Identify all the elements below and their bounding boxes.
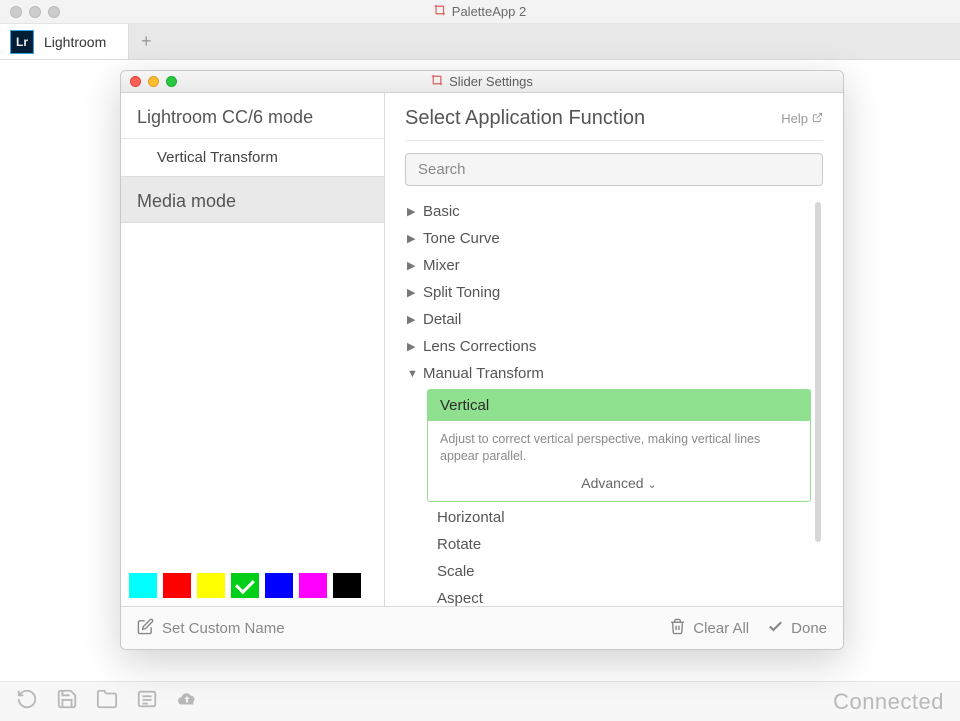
color-swatch[interactable] [163, 573, 191, 598]
zoom-dot-disabled[interactable] [48, 6, 60, 18]
help-label: Help [781, 111, 808, 126]
done-label: Done [791, 620, 827, 637]
tree-item[interactable]: Rotate [405, 531, 811, 558]
caret-right-icon: ▶ [407, 286, 417, 299]
sidebar-mode-media[interactable]: Media mode [121, 176, 384, 223]
main-title: PaletteApp 2 [434, 4, 526, 19]
external-link-icon [812, 111, 823, 126]
minimize-button[interactable] [148, 76, 159, 87]
search-input[interactable] [405, 153, 823, 186]
tree-category-label: Tone Curve [423, 230, 500, 247]
tree-category[interactable]: ▶ Split Toning [405, 279, 811, 306]
bottom-toolbar [16, 688, 198, 715]
color-swatch[interactable] [299, 573, 327, 598]
main-title-text: PaletteApp 2 [452, 4, 526, 19]
sidebar-mode-header: Media mode [121, 177, 384, 222]
main-traffic-lights [10, 6, 60, 18]
main-titlebar: PaletteApp 2 [0, 0, 960, 24]
advanced-label: Advanced [581, 475, 643, 491]
color-swatch[interactable] [129, 573, 157, 598]
color-swatches [121, 565, 384, 606]
tab-bar: Lr Lightroom + [0, 24, 960, 60]
chevron-down-icon: ⌄ [648, 479, 657, 491]
sidebar-mode-lightroom[interactable]: Lightroom CC/6 mode Vertical Transform [121, 93, 384, 176]
bottom-bar: Connected [0, 681, 960, 721]
tree-category[interactable]: ▶ Lens Corrections [405, 333, 811, 360]
modal-footer: Set Custom Name Clear All Done [121, 606, 843, 649]
tree-category-label: Basic [423, 203, 460, 220]
caret-right-icon: ▶ [407, 205, 417, 218]
done-button[interactable]: Done [767, 618, 827, 639]
sidebar-spacer [121, 223, 384, 565]
crop-icon [434, 4, 446, 19]
caret-right-icon: ▶ [407, 232, 417, 245]
color-swatch[interactable] [333, 573, 361, 598]
function-tree[interactable]: ▶ Basic ▶ Tone Curve ▶ Mixer ▶ Split Toning ▶ Det… [405, 198, 823, 606]
trash-icon [669, 618, 686, 639]
tree-item[interactable]: Aspect [405, 585, 811, 606]
lightroom-logo-icon: Lr [10, 30, 34, 54]
connection-status: Connected [833, 689, 944, 715]
modal-body: Lightroom CC/6 mode Vertical Transform M… [121, 93, 843, 606]
list-icon[interactable] [136, 688, 158, 715]
add-tab-button[interactable]: + [129, 24, 163, 59]
close-dot-disabled[interactable] [10, 6, 22, 18]
tree-category-label: Lens Corrections [423, 338, 536, 355]
tree-category[interactable]: ▶ Basic [405, 198, 811, 225]
selected-function[interactable]: VerticalAdjust to correct vertical persp… [427, 389, 811, 502]
selected-function-label: Vertical [428, 390, 810, 421]
tree-category-label: Manual Transform [423, 365, 544, 382]
content-panel: Select Application Function Help ▶Basic▶… [385, 93, 843, 606]
cloud-upload-icon[interactable] [176, 688, 198, 715]
set-custom-name-label: Set Custom Name [162, 620, 285, 637]
slider-settings-modal: Slider Settings Lightroom CC/6 mode Vert… [120, 70, 844, 650]
tab-label: Lightroom [44, 34, 106, 50]
modal-title: Slider Settings [431, 74, 533, 89]
folder-icon[interactable] [96, 688, 118, 715]
caret-down-icon: ▼ [407, 368, 417, 380]
sidebar-item-vertical-transform[interactable]: Vertical Transform [121, 139, 384, 176]
set-custom-name-button[interactable]: Set Custom Name [137, 618, 285, 639]
tree-category[interactable]: ▶ Tone Curve [405, 225, 811, 252]
color-swatch[interactable] [197, 573, 225, 598]
crop-icon [431, 74, 443, 89]
modal-title-text: Slider Settings [449, 74, 533, 89]
edit-icon [137, 618, 154, 639]
tree-category-label: Detail [423, 311, 461, 328]
check-icon [767, 618, 784, 639]
main-window: PaletteApp 2 Lr Lightroom + Connected [0, 0, 960, 721]
content-title: Select Application Function [405, 107, 645, 130]
modal-titlebar: Slider Settings [121, 71, 843, 93]
color-swatch[interactable] [231, 573, 259, 598]
advanced-toggle[interactable]: Advanced ⌄ [428, 469, 810, 501]
selected-function-desc: Adjust to correct vertical perspective, … [428, 421, 810, 469]
content-header: Select Application Function Help [405, 107, 823, 141]
color-swatch[interactable] [265, 573, 293, 598]
tree-category[interactable]: ▶ Detail [405, 306, 811, 333]
help-link[interactable]: Help [781, 111, 823, 126]
caret-right-icon: ▶ [407, 340, 417, 353]
tab-lightroom[interactable]: Lr Lightroom [0, 24, 129, 59]
sidebar: Lightroom CC/6 mode Vertical Transform M… [121, 93, 385, 606]
tree-item[interactable]: Scale [405, 558, 811, 585]
tree-category-label: Split Toning [423, 284, 500, 301]
caret-right-icon: ▶ [407, 313, 417, 326]
tree-category-label: Mixer [423, 257, 460, 274]
clear-all-button[interactable]: Clear All [669, 618, 749, 639]
save-icon[interactable] [56, 688, 78, 715]
close-button[interactable] [130, 76, 141, 87]
refresh-icon[interactable] [16, 688, 38, 715]
minimize-dot-disabled[interactable] [29, 6, 41, 18]
tree-category[interactable]: ▶ Mixer [405, 252, 811, 279]
tree-category[interactable]: ▼ Manual Transform [405, 360, 811, 387]
modal-traffic-lights [130, 76, 177, 87]
sidebar-mode-header: Lightroom CC/6 mode [121, 93, 384, 139]
clear-all-label: Clear All [693, 620, 749, 637]
caret-right-icon: ▶ [407, 259, 417, 272]
zoom-button[interactable] [166, 76, 177, 87]
tree-item[interactable]: Horizontal [405, 504, 811, 531]
